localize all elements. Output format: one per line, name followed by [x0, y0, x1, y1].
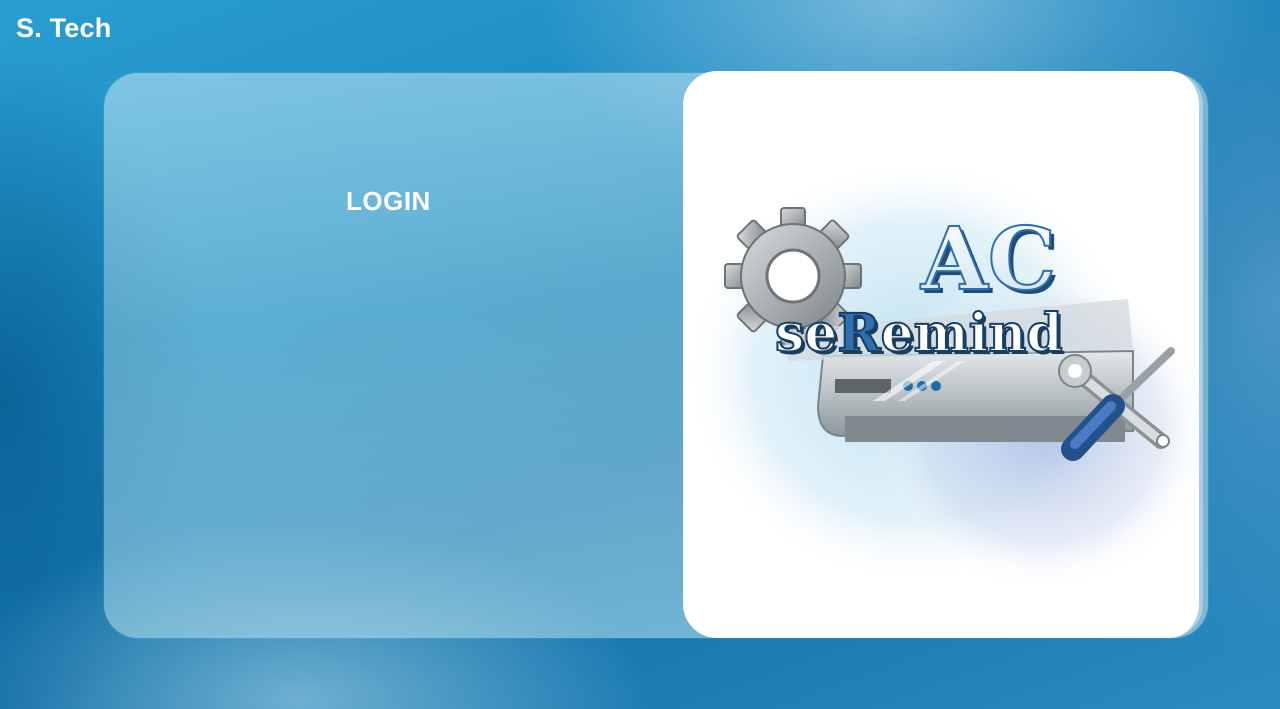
logo-title-ac: AC AC: [919, 208, 1060, 314]
brand-logo-text[interactable]: S. Tech: [16, 13, 111, 44]
logo-title-seremind: seRemind seRemind: [774, 302, 1066, 367]
app-logo: AC AC seRemind seRemind: [683, 156, 1199, 591]
login-panel: LOGIN: [104, 73, 684, 638]
svg-text:seRemind: seRemind: [775, 303, 1063, 364]
login-title: LOGIN: [346, 186, 431, 216]
svg-text:AC: AC: [920, 209, 1056, 310]
login-card: LOGIN AC AC seRemind seRemind: [104, 71, 1208, 638]
app-logo-panel: AC AC seRemind seRemind: [683, 71, 1203, 638]
